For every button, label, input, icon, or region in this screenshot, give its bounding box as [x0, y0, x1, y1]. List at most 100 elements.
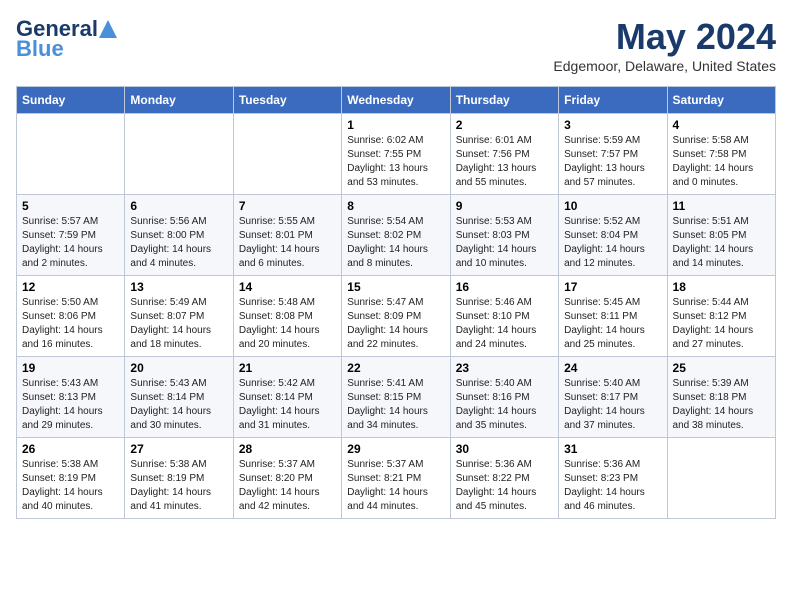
day-info: Sunrise: 6:01 AMSunset: 7:56 PMDaylight:…	[456, 134, 553, 190]
logo: General Blue	[16, 16, 117, 60]
calendar-cell	[667, 438, 775, 519]
calendar-cell: 17Sunrise: 5:45 AMSunset: 8:11 PMDayligh…	[559, 276, 667, 357]
weekday-header-saturday: Saturday	[667, 87, 775, 114]
day-number: 31	[564, 442, 661, 456]
day-info: Sunrise: 5:37 AMSunset: 8:20 PMDaylight:…	[239, 458, 336, 514]
calendar-cell: 16 Sunrise: 5:46 AMSunset: 8:10 PMDayligh…	[450, 276, 558, 357]
day-number: 9	[456, 199, 553, 213]
day-info: Sunrise: 5:41 AMSunset: 8:15 PMDaylight:…	[347, 377, 444, 433]
day-number: 16	[456, 280, 553, 294]
calendar-week-row: 12 Sunrise: 5:50 AMSunset: 8:06 PMDayligh…	[17, 276, 776, 357]
day-number: 11	[673, 199, 770, 213]
calendar-cell: 2 Sunrise: 6:01 AMSunset: 7:56 PMDaylight…	[450, 114, 558, 195]
day-info: Sunrise: 5:36 AMSunset: 8:22 PMDaylight:…	[456, 458, 553, 514]
calendar-cell: 26 Sunrise: 5:38 AMSunset: 8:19 PMDayligh…	[17, 438, 125, 519]
calendar-cell: 31 Sunrise: 5:36 AMSunset: 8:23 PMDayligh…	[559, 438, 667, 519]
day-number: 20	[130, 361, 227, 375]
day-number: 6	[130, 199, 227, 213]
logo-triangle-icon	[99, 20, 117, 38]
calendar-cell: 8 Sunrise: 5:54 AMSunset: 8:02 PMDaylight…	[342, 195, 450, 276]
day-number: 10	[564, 199, 661, 213]
calendar-cell: 24 Sunrise: 5:40 AMSunset: 8:17 PMDayligh…	[559, 357, 667, 438]
day-number: 26	[22, 442, 119, 456]
day-info: Sunrise: 5:55 AMSunset: 8:01 PMDaylight:…	[239, 215, 336, 271]
calendar-cell: 20 Sunrise: 5:43 AMSunset: 8:14 PMDayligh…	[125, 357, 233, 438]
day-info: Sunrise: 5:39 AMSunset: 8:18 PMDaylight:…	[673, 377, 770, 433]
day-number: 17	[564, 280, 661, 294]
location-subtitle: Edgemoor, Delaware, United States	[553, 58, 776, 74]
calendar-cell: 21 Sunrise: 5:42 AMSunset: 8:14 PMDayligh…	[233, 357, 341, 438]
calendar-cell: 3Sunrise: 5:59 AMSunset: 7:57 PMDaylight…	[559, 114, 667, 195]
calendar-cell: 15 Sunrise: 5:47 AMSunset: 8:09 PMDayligh…	[342, 276, 450, 357]
calendar-cell	[17, 114, 125, 195]
day-info: Sunrise: 6:02 AMSunset: 7:55 PMDaylight:…	[347, 134, 444, 190]
day-info: Sunrise: 5:40 AMSunset: 8:17 PMDaylight:…	[564, 377, 661, 433]
weekday-header-row: SundayMondayTuesdayWednesdayThursdayFrid…	[17, 87, 776, 114]
day-number: 12	[22, 280, 119, 294]
calendar-cell: 28 Sunrise: 5:37 AMSunset: 8:20 PMDayligh…	[233, 438, 341, 519]
calendar-cell: 27Sunrise: 5:38 AMSunset: 8:19 PMDayligh…	[125, 438, 233, 519]
day-number: 2	[456, 118, 553, 132]
day-number: 30	[456, 442, 553, 456]
weekday-header-monday: Monday	[125, 87, 233, 114]
day-info: Sunrise: 5:56 AMSunset: 8:00 PMDaylight:…	[130, 215, 227, 271]
day-number: 28	[239, 442, 336, 456]
calendar-week-row: 19 Sunrise: 5:43 AMSunset: 8:13 PMDayligh…	[17, 357, 776, 438]
day-info: Sunrise: 5:59 AMSunset: 7:57 PMDaylight:…	[564, 134, 661, 190]
day-info: Sunrise: 5:38 AMSunset: 8:19 PMDaylight:…	[130, 458, 227, 514]
day-number: 25	[673, 361, 770, 375]
weekday-header-sunday: Sunday	[17, 87, 125, 114]
calendar-cell: 25 Sunrise: 5:39 AMSunset: 8:18 PMDayligh…	[667, 357, 775, 438]
calendar-cell: 19 Sunrise: 5:43 AMSunset: 8:13 PMDayligh…	[17, 357, 125, 438]
day-info: Sunrise: 5:43 AMSunset: 8:14 PMDaylight:…	[130, 377, 227, 433]
day-info: Sunrise: 5:47 AMSunset: 8:09 PMDaylight:…	[347, 296, 444, 352]
day-info: Sunrise: 5:38 AMSunset: 8:19 PMDaylight:…	[22, 458, 119, 514]
day-info: Sunrise: 5:36 AMSunset: 8:23 PMDaylight:…	[564, 458, 661, 514]
page-header: General Blue May 2024 Edgemoor, Delaware…	[16, 16, 776, 74]
day-number: 1	[347, 118, 444, 132]
calendar-cell: 12 Sunrise: 5:50 AMSunset: 8:06 PMDayligh…	[17, 276, 125, 357]
day-number: 7	[239, 199, 336, 213]
day-number: 5	[22, 199, 119, 213]
calendar-cell: 9 Sunrise: 5:53 AMSunset: 8:03 PMDaylight…	[450, 195, 558, 276]
calendar-cell	[233, 114, 341, 195]
calendar-cell: 6 Sunrise: 5:56 AMSunset: 8:00 PMDaylight…	[125, 195, 233, 276]
day-info: Sunrise: 5:54 AMSunset: 8:02 PMDaylight:…	[347, 215, 444, 271]
weekday-header-friday: Friday	[559, 87, 667, 114]
calendar-cell: 18Sunrise: 5:44 AMSunset: 8:12 PMDayligh…	[667, 276, 775, 357]
day-number: 23	[456, 361, 553, 375]
day-info: Sunrise: 5:57 AMSunset: 7:59 PMDaylight:…	[22, 215, 119, 271]
calendar-cell: 30 Sunrise: 5:36 AMSunset: 8:22 PMDayligh…	[450, 438, 558, 519]
day-info: Sunrise: 5:53 AMSunset: 8:03 PMDaylight:…	[456, 215, 553, 271]
weekday-header-wednesday: Wednesday	[342, 87, 450, 114]
day-number: 24	[564, 361, 661, 375]
day-info: Sunrise: 5:42 AMSunset: 8:14 PMDaylight:…	[239, 377, 336, 433]
day-number: 15	[347, 280, 444, 294]
day-info: Sunrise: 5:44 AMSunset: 8:12 PMDaylight:…	[673, 296, 770, 352]
day-info: Sunrise: 5:50 AMSunset: 8:06 PMDaylight:…	[22, 296, 119, 352]
day-info: Sunrise: 5:58 AMSunset: 7:58 PMDaylight:…	[673, 134, 770, 190]
day-number: 13	[130, 280, 227, 294]
weekday-header-tuesday: Tuesday	[233, 87, 341, 114]
calendar-week-row: 1 Sunrise: 6:02 AMSunset: 7:55 PMDaylight…	[17, 114, 776, 195]
day-number: 8	[347, 199, 444, 213]
day-number: 21	[239, 361, 336, 375]
logo-blue: Blue	[16, 38, 64, 60]
day-info: Sunrise: 5:46 AMSunset: 8:10 PMDaylight:…	[456, 296, 553, 352]
calendar-cell: 10 Sunrise: 5:52 AMSunset: 8:04 PMDayligh…	[559, 195, 667, 276]
day-info: Sunrise: 5:40 AMSunset: 8:16 PMDaylight:…	[456, 377, 553, 433]
day-number: 22	[347, 361, 444, 375]
title-section: May 2024 Edgemoor, Delaware, United Stat…	[553, 16, 776, 74]
calendar-cell: 11Sunrise: 5:51 AMSunset: 8:05 PMDayligh…	[667, 195, 775, 276]
calendar-cell: 7 Sunrise: 5:55 AMSunset: 8:01 PMDaylight…	[233, 195, 341, 276]
calendar-cell: 5 Sunrise: 5:57 AMSunset: 7:59 PMDaylight…	[17, 195, 125, 276]
day-number: 19	[22, 361, 119, 375]
day-info: Sunrise: 5:43 AMSunset: 8:13 PMDaylight:…	[22, 377, 119, 433]
day-info: Sunrise: 5:52 AMSunset: 8:04 PMDaylight:…	[564, 215, 661, 271]
calendar-cell: 14Sunrise: 5:48 AMSunset: 8:08 PMDayligh…	[233, 276, 341, 357]
calendar-table: SundayMondayTuesdayWednesdayThursdayFrid…	[16, 86, 776, 519]
calendar-week-row: 26 Sunrise: 5:38 AMSunset: 8:19 PMDayligh…	[17, 438, 776, 519]
calendar-cell: 1 Sunrise: 6:02 AMSunset: 7:55 PMDaylight…	[342, 114, 450, 195]
calendar-cell: 13Sunrise: 5:49 AMSunset: 8:07 PMDayligh…	[125, 276, 233, 357]
day-number: 14	[239, 280, 336, 294]
